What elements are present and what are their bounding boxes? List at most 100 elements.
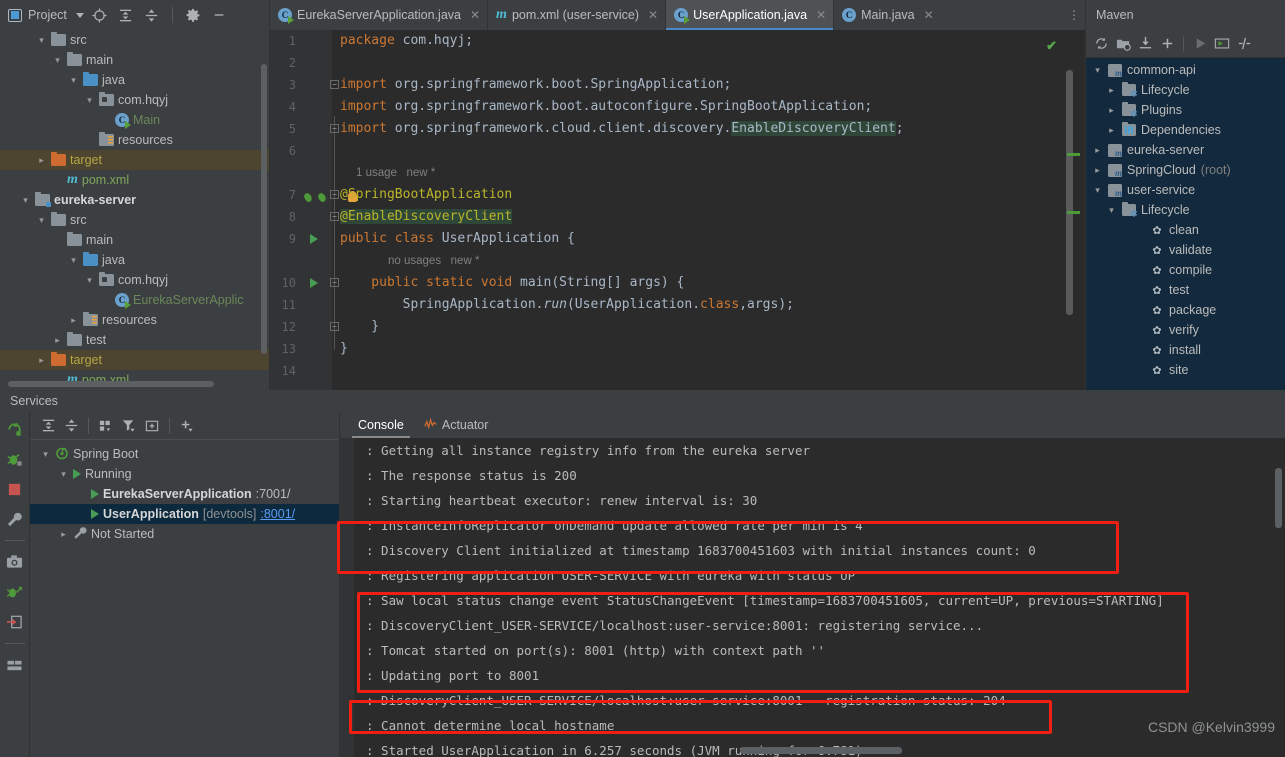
chevron-right-icon[interactable]: ▸: [1106, 85, 1117, 96]
chevron-right-icon[interactable]: ▸: [1092, 145, 1103, 156]
code-fold-icon[interactable]: −: [330, 278, 339, 287]
project-tree-row[interactable]: · CEurekaServerApplic: [0, 290, 269, 310]
maven-tree-row[interactable]: ▾ Lifecycle: [1086, 200, 1285, 220]
services-tree-row[interactable]: ▾ Spring Boot: [30, 444, 339, 464]
project-tree-row[interactable]: ▸ test: [0, 330, 269, 350]
code-line[interactable]: no usages new *: [270, 250, 1085, 272]
console-vertical-scrollbar[interactable]: [1275, 468, 1282, 528]
code-line[interactable]: 10 − public static void main(String[] arg…: [270, 272, 1085, 294]
code-line[interactable]: 5 − import org.springframework.cloud.clien…: [270, 118, 1085, 140]
project-tree-row[interactable]: ▾ java: [0, 250, 269, 270]
project-tree-panel[interactable]: ▾src▾main▾java▾com.hqyj·CMain·resources▸…: [0, 30, 270, 390]
expand-all-icon[interactable]: [116, 5, 136, 25]
chevron-right-icon[interactable]: ▸: [68, 315, 79, 326]
tab-console[interactable]: Console: [348, 412, 414, 438]
maven-tree-row[interactable]: · ✿ compile: [1086, 260, 1285, 280]
code-line[interactable]: 8 − @EnableDiscoveryClient: [270, 206, 1085, 228]
code-line[interactable]: 1 package com.hqyj;: [270, 30, 1085, 52]
editor-tab-eureka[interactable]: C EurekaServerApplication.java ✕: [270, 0, 489, 30]
chevron-down-icon[interactable]: ▾: [84, 95, 95, 106]
code-line[interactable]: 2: [270, 52, 1085, 74]
project-tree-row[interactable]: ·mpom.xml: [0, 170, 269, 190]
maven-tree-row[interactable]: ▸ Dependencies: [1086, 120, 1285, 140]
run-icon[interactable]: [1190, 34, 1210, 54]
chevron-down-icon[interactable]: ▾: [40, 449, 51, 460]
reload-icon[interactable]: [1091, 34, 1111, 54]
code-editor[interactable]: 1 package com.hqyj; 2 3− import org.springfr…: [270, 30, 1085, 390]
layout-settings-icon[interactable]: [4, 654, 26, 676]
chevron-down-icon[interactable]: [75, 12, 84, 18]
maven-panel[interactable]: ▾ common-api ▸ Lifecycle ▸ Plugins ▸ Dependenci…: [1085, 30, 1285, 390]
attach-debugger-icon[interactable]: [4, 581, 26, 603]
code-line[interactable]: 4 import org.springframework.boot.autocon…: [270, 96, 1085, 118]
code-line[interactable]: 14: [270, 360, 1085, 382]
maven-tree-row[interactable]: · ✿ install: [1086, 340, 1285, 360]
locate-icon[interactable]: [90, 5, 110, 25]
add-maven-project-icon[interactable]: [1113, 34, 1133, 54]
project-horizontal-scrollbar[interactable]: [8, 381, 214, 387]
services-tree-row[interactable]: ▸ Not Started: [30, 524, 339, 544]
editor-tab-main[interactable]: C Main.java ✕: [834, 0, 941, 30]
maven-tree-row[interactable]: ▸ SpringCloud (root): [1086, 160, 1285, 180]
chevron-down-icon[interactable]: ▾: [1092, 65, 1103, 76]
close-icon[interactable]: ✕: [470, 8, 480, 22]
code-line[interactable]: 6: [270, 140, 1085, 162]
close-icon[interactable]: ✕: [924, 8, 934, 22]
services-tree-row[interactable]: ▾ Running: [30, 464, 339, 484]
maven-tree-row[interactable]: ▾ common-api: [1086, 60, 1285, 80]
debug-icon[interactable]: [4, 448, 26, 470]
maven-tree-row[interactable]: · ✿ clean: [1086, 220, 1285, 240]
console-output[interactable]: : Getting all instance registry info fro…: [340, 438, 1285, 757]
code-line[interactable]: 7 − @SpringBootApplication: [270, 184, 1085, 206]
add-tab-icon[interactable]: [142, 416, 162, 436]
toggle-offline-icon[interactable]: [1234, 34, 1254, 54]
code-line[interactable]: 9 public class UserApplication {: [270, 228, 1085, 250]
chevron-right-icon[interactable]: ▸: [36, 355, 47, 366]
code-fold-icon[interactable]: −: [330, 124, 339, 133]
code-fold-icon[interactable]: −: [330, 190, 339, 199]
chevron-down-icon[interactable]: ▾: [36, 215, 47, 226]
project-tree-row[interactable]: ▾ com.hqyj: [0, 270, 269, 290]
tab-overflow-menu-icon[interactable]: ⋮: [1063, 0, 1085, 30]
code-fold-icon[interactable]: −: [330, 212, 339, 221]
rerun-icon[interactable]: [4, 418, 26, 440]
code-line[interactable]: 13}: [270, 338, 1085, 360]
gear-icon[interactable]: [183, 5, 203, 25]
project-tree-row[interactable]: ▸ resources: [0, 310, 269, 330]
inspection-status-icon[interactable]: ✔: [1046, 38, 1057, 54]
editor-tab-userapplication[interactable]: C UserApplication.java ✕: [666, 0, 835, 30]
chevron-down-icon[interactable]: ▾: [84, 275, 95, 286]
chevron-down-icon[interactable]: ▾: [68, 255, 79, 266]
chevron-right-icon[interactable]: ▸: [1106, 125, 1117, 136]
console-horizontal-scrollbar[interactable]: [740, 747, 902, 754]
project-tree-row[interactable]: ·mpom.xml: [0, 370, 269, 390]
services-tree-row[interactable]: · UserApplication [devtools] :8001/: [30, 504, 339, 524]
chevron-right-icon[interactable]: ▸: [58, 529, 69, 540]
chevron-down-icon[interactable]: ▾: [20, 195, 31, 206]
chevron-down-icon[interactable]: ▾: [1092, 185, 1103, 196]
service-port-link[interactable]: :8001/: [260, 507, 295, 521]
maven-tree-row[interactable]: ▸ Plugins: [1086, 100, 1285, 120]
project-tree-row[interactable]: · main: [0, 230, 269, 250]
camera-icon[interactable]: [4, 551, 26, 573]
chevron-down-icon[interactable]: ▾: [58, 469, 69, 480]
project-vertical-scrollbar[interactable]: [261, 64, 267, 354]
execute-goal-icon[interactable]: [1212, 34, 1232, 54]
editor-vertical-scrollbar[interactable]: [1066, 70, 1073, 315]
maven-tree-row[interactable]: · ✿ verify: [1086, 320, 1285, 340]
maven-tree-row[interactable]: ▾ user-service: [1086, 180, 1285, 200]
code-line[interactable]: 11 SpringApplication.run(UserApplication…: [270, 294, 1085, 316]
code-line[interactable]: 1 usage new *: [270, 162, 1085, 184]
export-icon[interactable]: [4, 611, 26, 633]
chevron-down-icon[interactable]: ▾: [1106, 205, 1117, 216]
plus-icon[interactable]: [177, 416, 197, 436]
maven-tree-row[interactable]: · ✿ package: [1086, 300, 1285, 320]
spring-bean-gutter-icon[interactable]: [302, 189, 313, 203]
collapse-all-icon[interactable]: [142, 5, 162, 25]
collapse-all-icon[interactable]: [61, 416, 81, 436]
project-tree-row[interactable]: ▾ com.hqyj: [0, 90, 269, 110]
plus-icon[interactable]: [1157, 34, 1177, 54]
maven-tree-row[interactable]: ▸ eureka-server: [1086, 140, 1285, 160]
code-fold-icon[interactable]: −: [330, 322, 339, 331]
maven-tree-row[interactable]: ▸ Lifecycle: [1086, 80, 1285, 100]
